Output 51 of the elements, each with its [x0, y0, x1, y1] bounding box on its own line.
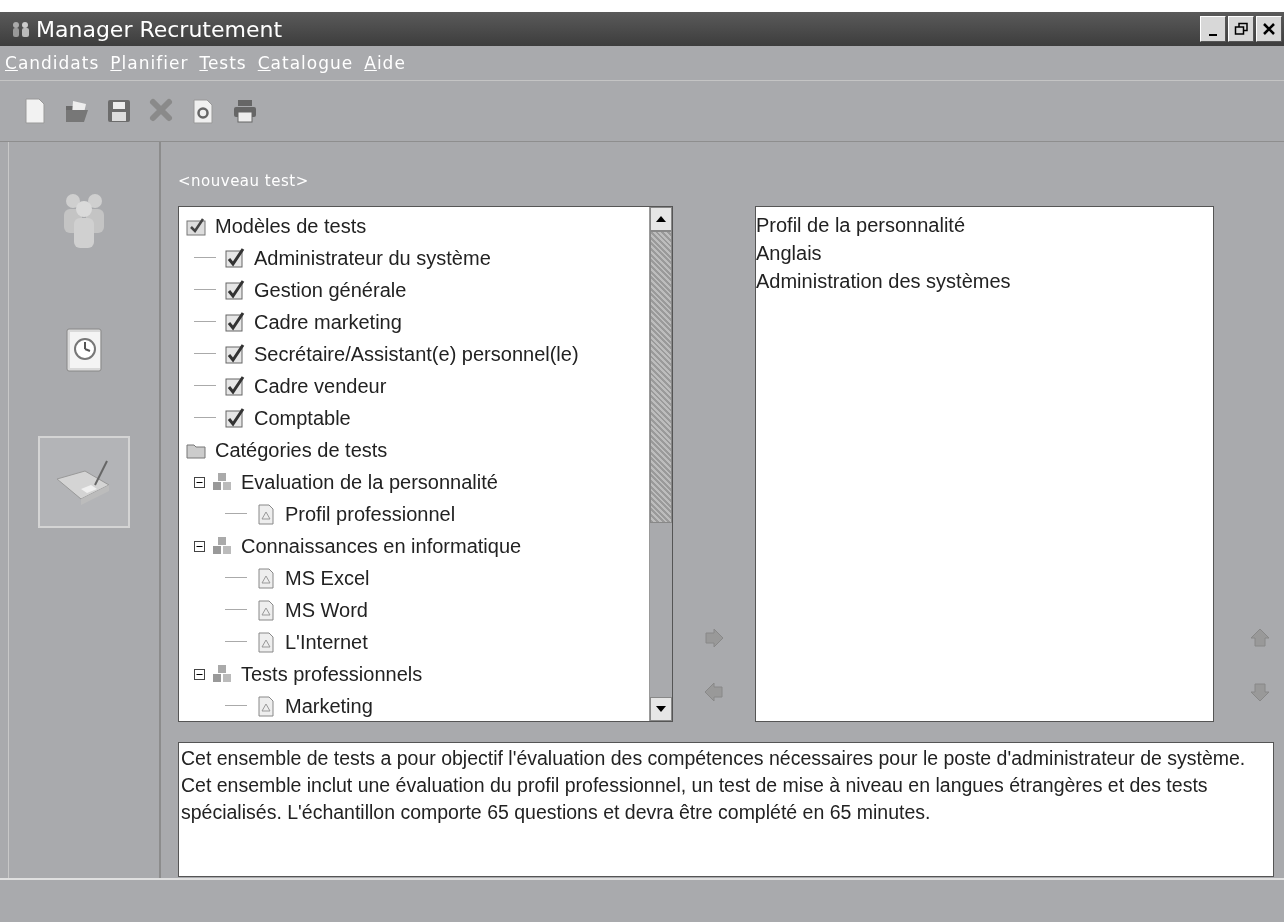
people-icon	[10, 20, 32, 38]
blocks-icon	[211, 471, 233, 493]
printer-icon[interactable]	[232, 97, 258, 125]
tree-item[interactable]: Gestion générale	[254, 278, 407, 302]
document-icon	[255, 695, 277, 717]
tree-item[interactable]: Profil professionnel	[285, 502, 456, 526]
checkbox[interactable]	[224, 247, 246, 269]
collapse-icon[interactable]	[194, 476, 205, 488]
blocks-icon	[211, 663, 233, 685]
tree-item[interactable]: MS Excel	[285, 566, 370, 590]
checkbox[interactable]	[224, 311, 246, 333]
tree-item[interactable]: Modèles de tests	[215, 214, 367, 238]
tree-item[interactable]: Administrateur du système	[254, 246, 491, 270]
collapse-icon[interactable]	[194, 540, 205, 552]
collapse-icon[interactable]	[194, 668, 205, 680]
close-button[interactable]	[1256, 16, 1282, 42]
close-icon[interactable]	[1262, 22, 1276, 36]
window-title: Manager Recrutement	[36, 16, 284, 42]
list-item[interactable]: Administration des systèmes	[756, 267, 1213, 295]
checkbox[interactable]	[224, 279, 246, 301]
tree-item[interactable]: Cadre marketing	[254, 310, 402, 334]
document-icon	[255, 631, 277, 653]
checkbox[interactable]	[224, 375, 246, 397]
minimize-button[interactable]	[1200, 16, 1226, 42]
restore-icon[interactable]	[1234, 22, 1248, 36]
tree-item[interactable]: Connaissances en informatique	[241, 534, 522, 558]
tree-item[interactable]: Marketing	[285, 694, 373, 718]
tree-item[interactable]: Secrétaire/Assistant(e) personnel(le)	[254, 342, 579, 366]
checkbox[interactable]	[224, 343, 246, 365]
tree-item[interactable]: Evaluation de la personnalité	[241, 470, 498, 494]
document-icon	[255, 567, 277, 589]
tree-item[interactable]: MS Word	[285, 598, 368, 622]
document-icon	[255, 599, 277, 621]
tree-item[interactable]: Comptable	[254, 406, 351, 430]
scroll-down-icon[interactable]	[656, 706, 666, 712]
checkbox[interactable]	[224, 407, 246, 429]
tree-item[interactable]: L'Internet	[285, 630, 368, 654]
restore-button[interactable]	[1228, 16, 1254, 42]
document-icon	[255, 503, 277, 525]
tree-item[interactable]: Catégories de tests	[215, 438, 388, 462]
list-item[interactable]: Profil de la personnalité	[756, 211, 1213, 239]
document-gear-icon[interactable]	[190, 97, 216, 125]
description-text: Cet ensemble de tests a pour objectif l'évaluation des compétences nécessaires pour le poste d'administrateur de système. Cet ensemble inclut une évaluation du profil professionnel, un test de mise à niveau en langues étrangères et des tests spécialisés. L'échantillon comporte 65 questions et devra être complété en 65 minutes.	[178, 742, 1274, 877]
scroll-up-icon[interactable]	[656, 216, 666, 222]
list-item[interactable]: Anglais	[756, 239, 1213, 267]
tree-item[interactable]: Tests professionnels	[241, 662, 423, 686]
test-name: <nouveau test>	[178, 172, 310, 192]
blocks-icon	[211, 535, 233, 557]
tree-item[interactable]: Cadre vendeur	[254, 374, 387, 398]
scroll-thumb[interactable]	[650, 231, 672, 523]
scrollbar[interactable]	[649, 207, 672, 721]
